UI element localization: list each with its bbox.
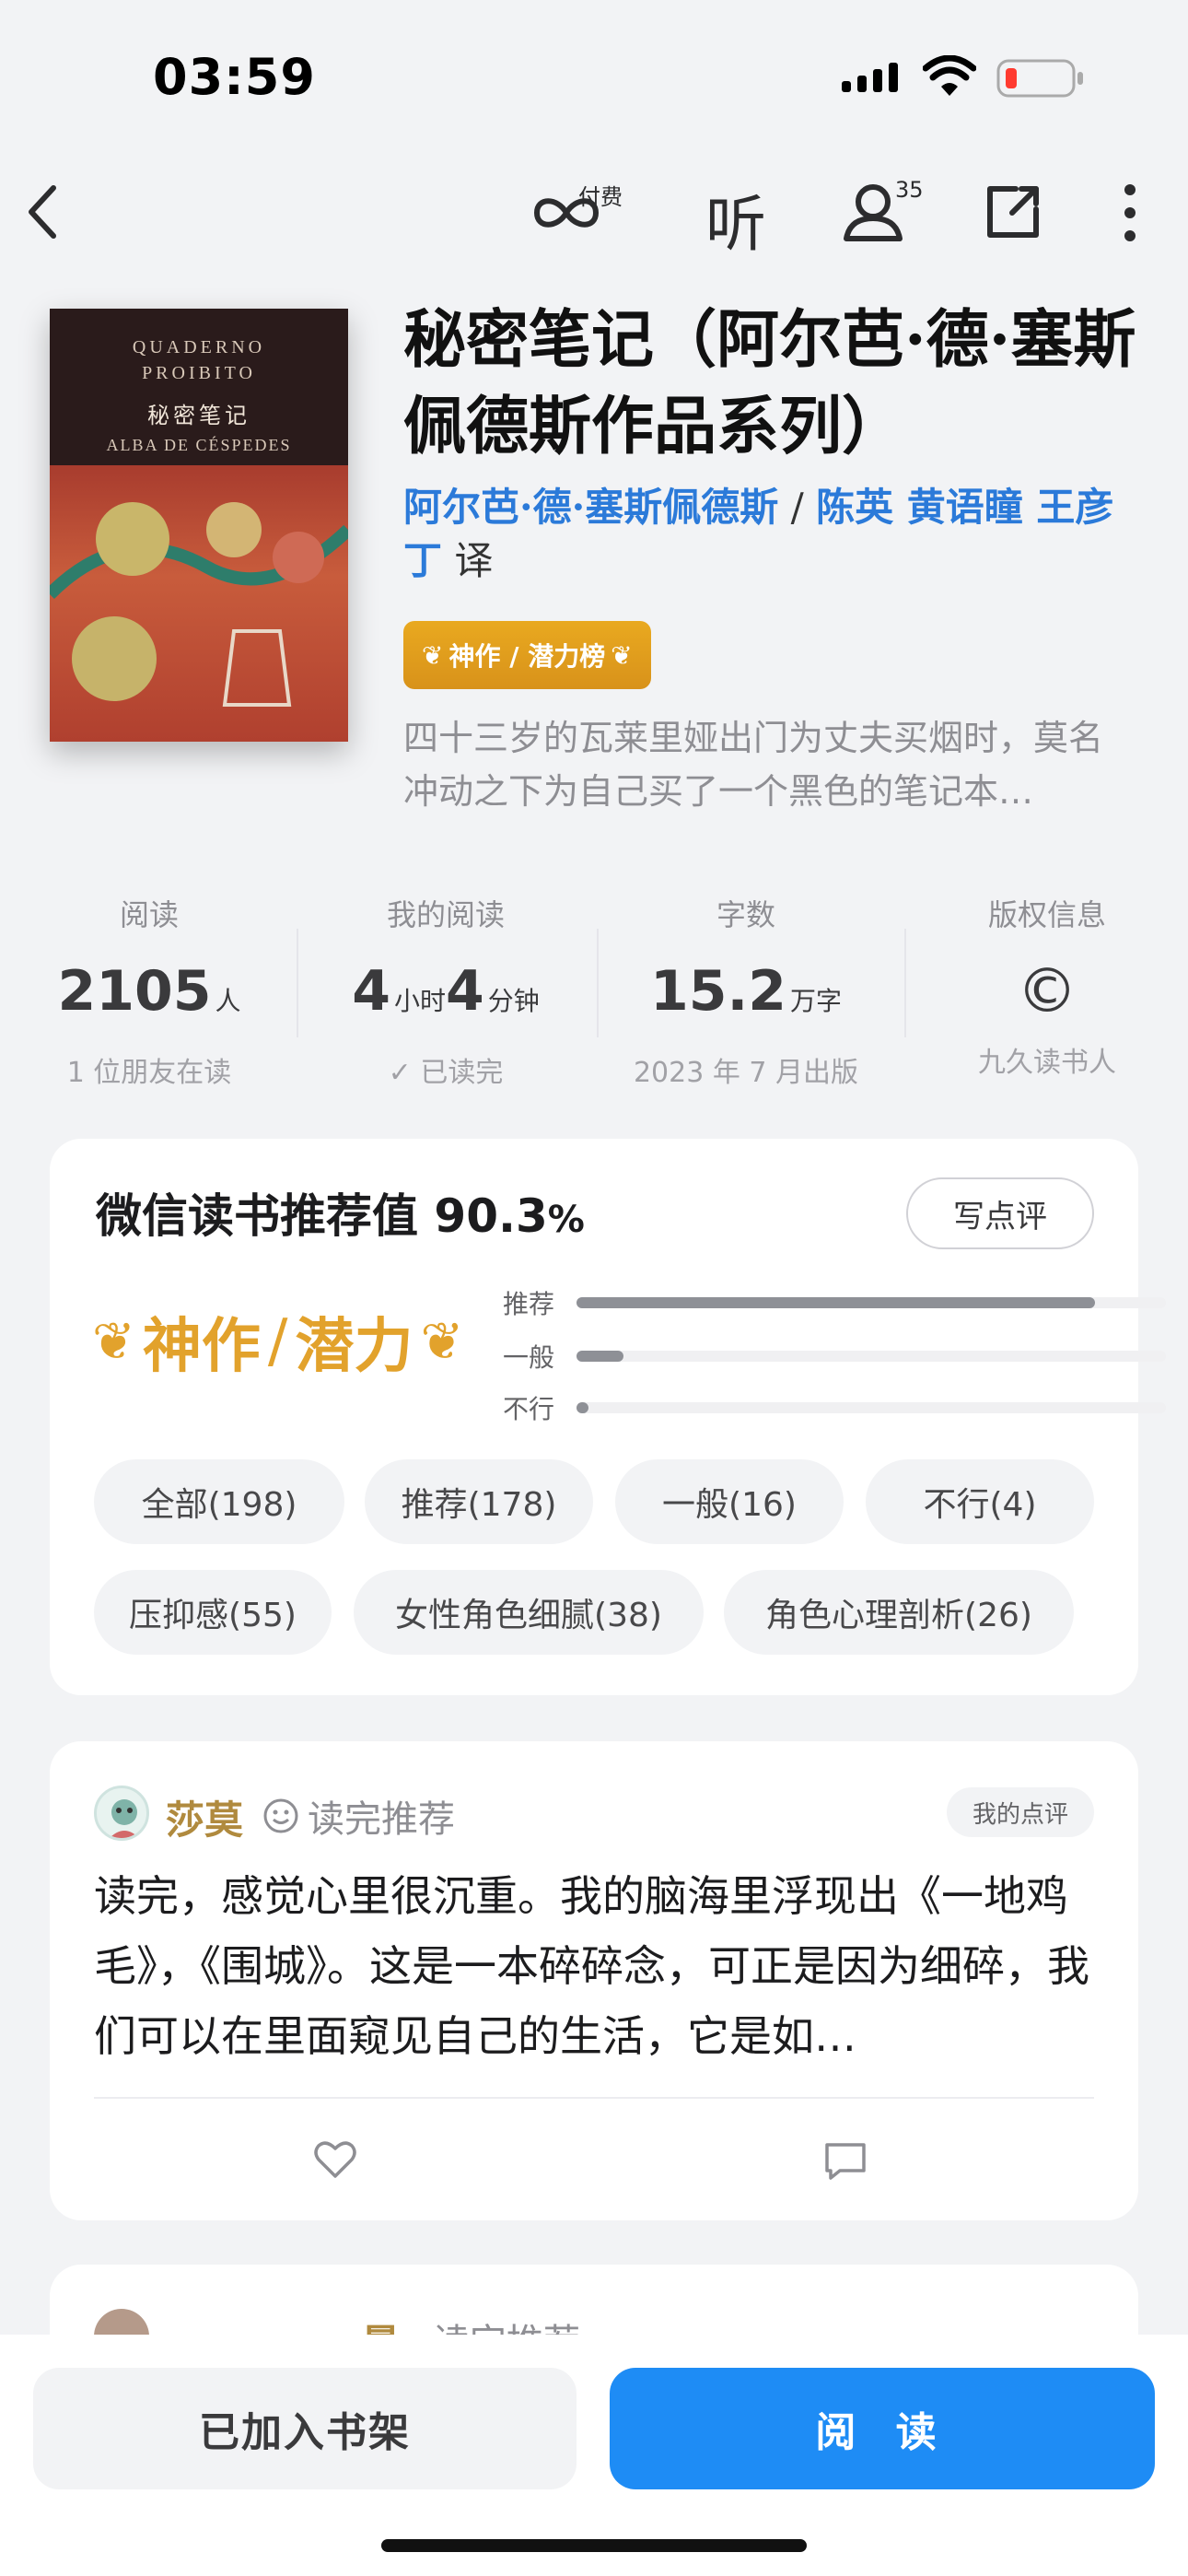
like-icon[interactable]: [311, 2136, 359, 2184]
stat-sub: 已读完: [420, 1057, 504, 1089]
stat-value: 4: [352, 959, 390, 1024]
laurel-right-icon: ❦: [611, 639, 633, 671]
stat-unit: 人: [215, 986, 241, 1016]
comment-icon[interactable]: [821, 2137, 869, 2185]
divider: [94, 2097, 1094, 2099]
stat-value: 4: [446, 959, 484, 1024]
laurel-left-icon: ❦: [422, 639, 444, 671]
cover-art-icon: [50, 502, 348, 707]
home-indicator: [381, 2539, 807, 2552]
stat-value: 2105: [57, 959, 212, 1024]
battery-low-icon: [996, 59, 1085, 98]
back-icon[interactable]: [15, 175, 70, 249]
stat-label: 版权信息: [987, 897, 1106, 932]
filter-average[interactable]: 一般(16): [615, 1459, 844, 1544]
bar-average: 一般: [503, 1338, 1166, 1375]
recommend-pct: %: [547, 1199, 585, 1241]
translate-suffix: 译: [442, 538, 494, 583]
rating-tag: ❦ 神作 / 潜力 ❦: [92, 1299, 463, 1384]
my-review-tag: 我的点评: [947, 1787, 1094, 1837]
cover-author: ALBA DE CÉSPEDES: [106, 436, 292, 454]
bar-label: 不行: [503, 1394, 555, 1424]
stat-sub: 1 位朋友在读: [66, 1057, 232, 1089]
bar-fill: [577, 1297, 1096, 1308]
stat-sub: 2023 年 7 月出版: [633, 1057, 859, 1089]
stat-word-count[interactable]: 字数 15.2 万字 2023 年 7 月出版: [599, 892, 893, 1090]
cover-line1: QUADERNO: [132, 337, 266, 357]
stat-copyright[interactable]: 版权信息 © 九久读书人: [906, 892, 1188, 1080]
author-line: 阿尔芭·德·塞斯佩德斯 / 陈英 黄语瞳 王彦丁 译: [403, 481, 1140, 588]
review-status-label: 读完推荐: [308, 1798, 455, 1841]
cover-cn-title: 秘密笔记: [147, 403, 250, 428]
laurel-right-icon: ❦: [420, 1311, 464, 1372]
topic-oppressive[interactable]: 压抑感(55): [94, 1570, 332, 1655]
more-icon[interactable]: [1116, 181, 1144, 245]
avatar[interactable]: [94, 1786, 149, 1841]
bar-fill: [577, 1402, 588, 1413]
bar-label: 一般: [503, 1342, 555, 1373]
rank-badge[interactable]: ❦ 神作 / 潜力榜 ❦: [403, 621, 651, 689]
readers-count: 35: [895, 177, 924, 203]
status-time: 03:59: [153, 48, 316, 106]
tag-right: 潜力: [295, 1313, 413, 1381]
stat-unit: 小时: [393, 986, 446, 1016]
badge-label: 神作 / 潜力榜: [448, 641, 606, 672]
stat-label: 阅读: [119, 897, 179, 932]
wifi-icon: [922, 54, 977, 98]
stat-label: 字数: [716, 897, 775, 932]
signal-icon: [840, 61, 904, 94]
book-description[interactable]: 四十三岁的瓦莱里娅出门为丈夫买烟时，莫名冲动之下为自己买了一个黑色的笔记本…: [403, 711, 1122, 818]
filter-recommend[interactable]: 推荐(178): [365, 1459, 593, 1544]
review-status: 读完推荐: [262, 1789, 455, 1843]
recommend-label: 微信读书推荐值: [96, 1189, 418, 1243]
book-title: 秘密笔记（阿尔芭·德·塞斯佩德斯作品系列）: [403, 303, 1136, 463]
bar-bad: 不行: [503, 1389, 1166, 1426]
stat-unit: 万字: [790, 986, 843, 1016]
bar-label: 推荐: [503, 1289, 555, 1319]
author-separator: /: [778, 485, 817, 530]
book-cover[interactable]: QUADERNO PROIBITO 秘密笔记 ALBA DE CÉSPEDES: [50, 309, 348, 742]
read-button[interactable]: 阅 读: [610, 2368, 1155, 2489]
filter-all[interactable]: 全部(198): [94, 1459, 344, 1544]
stat-label: 我的阅读: [386, 897, 505, 932]
recommend-title: 微信读书推荐值 90.3%: [96, 1179, 585, 1246]
stat-value: 15.2: [649, 959, 787, 1024]
bar-recommend: 推荐: [503, 1284, 1166, 1321]
cover-line2: PROIBITO: [142, 363, 256, 383]
filter-bad[interactable]: 不行(4): [866, 1459, 1094, 1544]
recommend-value: 90.3: [434, 1189, 548, 1243]
share-icon[interactable]: [976, 175, 1050, 249]
reviewer-name[interactable]: 莎莫: [166, 1789, 243, 1845]
topic-female-characters[interactable]: 女性角色细腻(38): [354, 1570, 704, 1655]
stat-unit: 分钟: [487, 986, 540, 1016]
author-link[interactable]: 阿尔芭·德·塞斯佩德斯: [403, 485, 778, 530]
review-text[interactable]: 读完，感觉心里很沉重。我的脑海里浮现出《一地鸡毛》，《围城》。这是一本碎碎念，可…: [94, 1861, 1098, 2071]
write-review-button[interactable]: 写点评: [906, 1177, 1094, 1249]
laurel-left-icon: ❦: [92, 1311, 135, 1372]
listen-icon[interactable]: 听: [705, 175, 766, 263]
smile-icon: [263, 1798, 298, 1833]
stat-my-reading[interactable]: 我的阅读 4 小时4 分钟 ✓ 已读完: [298, 892, 593, 1090]
stat-sub: 九久读书人: [978, 1047, 1116, 1079]
tag-sep: /: [267, 1307, 288, 1376]
tag-left: 神作: [142, 1313, 261, 1381]
stat-readers[interactable]: 阅读 2105 人 1 位朋友在读: [2, 892, 297, 1090]
pay-label: 付费: [578, 184, 623, 210]
add-to-shelf-button[interactable]: 已加入书架: [33, 2368, 577, 2489]
check-circle-icon: ✓: [388, 1057, 412, 1089]
copyright-icon: ©: [1017, 955, 1077, 1026]
bar-fill: [577, 1351, 624, 1362]
topic-psychology[interactable]: 角色心理剖析(26): [724, 1570, 1074, 1655]
